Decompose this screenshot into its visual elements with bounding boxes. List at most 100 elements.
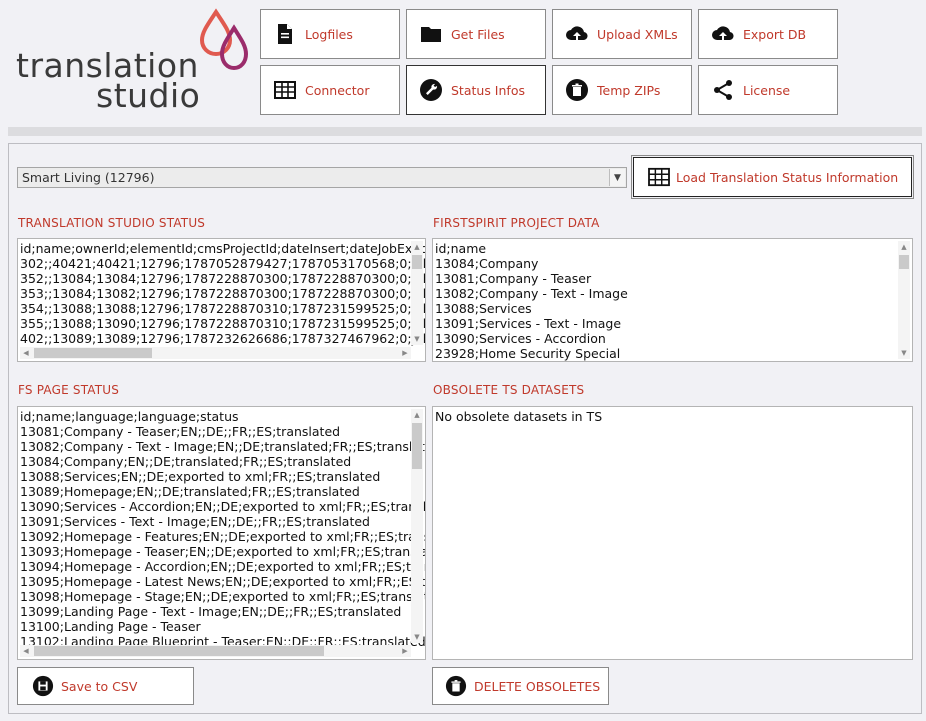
scroll-down-icon[interactable]: ▼ — [411, 333, 423, 345]
status-infos-button[interactable]: Status Infos — [406, 65, 546, 115]
scroll-thumb[interactable] — [899, 255, 909, 269]
cloud-upload-icon — [566, 26, 588, 41]
scroll-right-icon[interactable]: ▶ — [399, 347, 411, 359]
text-line: 13081;Company - Teaser — [435, 271, 592, 286]
scroll-left-icon[interactable]: ◀ — [20, 645, 32, 657]
obsolete-textarea[interactable]: No obsolete datasets in TS — [432, 406, 913, 660]
document-icon — [278, 24, 292, 44]
project-select-value: Smart Living (12796) — [22, 170, 155, 185]
text-line: 13100;Landing Page - Teaser — [20, 619, 201, 634]
scroll-up-icon[interactable]: ▲ — [898, 241, 910, 253]
text-line: 13091;Services - Text - Image;EN;;DE;;FR… — [20, 514, 370, 529]
text-line: id;name;language;language;status — [20, 409, 239, 424]
text-line: id;name — [435, 241, 487, 256]
connector-label: Connector — [305, 82, 370, 98]
save-csv-button[interactable]: Save to CSV — [17, 667, 194, 705]
obsolete-lines: No obsolete datasets in TS — [435, 409, 602, 424]
logo-drops-icon — [199, 8, 249, 71]
fs-page-status-title: FS PAGE STATUS — [18, 383, 120, 397]
text-line: 13082;Company - Text - Image;EN;;DE;tran… — [20, 439, 426, 454]
share-icon — [714, 80, 732, 100]
temp-zips-button[interactable]: Temp ZIPs — [552, 65, 692, 115]
text-line: 13093;Homepage - Teaser;EN;;DE;exported … — [20, 544, 426, 559]
get-files-button[interactable]: Get Files — [406, 9, 546, 59]
scroll-up-icon[interactable]: ▲ — [411, 409, 423, 421]
text-line: 353;;13084;13082;12796;1787228870300;178… — [20, 286, 426, 301]
text-line: id;name;ownerId;elementId;cmsProjectId;d… — [20, 241, 426, 256]
table-icon — [648, 167, 670, 187]
text-line: 352;;13084;13084;12796;1787228870300;178… — [20, 271, 426, 286]
cloud-upload-icon — [712, 26, 734, 41]
text-line: 13099;Landing Page - Text - Image;EN;;DE… — [20, 604, 402, 619]
obsolete-title: OBSOLETE TS DATASETS — [433, 383, 585, 397]
scroll-up-icon[interactable]: ▲ — [411, 241, 423, 253]
delete-obsoletes-label: DELETE OBSOLETES — [474, 678, 601, 694]
text-line: 13088;Services;EN;;DE;exported to xml;FR… — [20, 469, 381, 484]
logo-text-line2: studio — [96, 76, 201, 115]
ts-status-hscrollbar[interactable]: ◀ ▶ — [20, 347, 411, 359]
ts-status-textarea[interactable]: id;name;ownerId;elementId;cmsProjectId;d… — [17, 238, 426, 362]
text-line: 355;;13088;13090;12796;1787228870310;178… — [20, 316, 426, 331]
text-line: 13084;Company;EN;;DE;translated;FR;;ES;t… — [20, 454, 352, 469]
get-files-label: Get Files — [451, 26, 505, 42]
text-line: 23928;Home Security Special — [435, 346, 621, 361]
ts-status-title: TRANSLATION STUDIO STATUS — [18, 216, 206, 230]
scroll-thumb[interactable] — [412, 423, 422, 469]
logfiles-label: Logfiles — [305, 26, 353, 42]
scroll-down-icon[interactable]: ▼ — [898, 347, 910, 359]
text-line: 13090;Services - Accordion — [435, 331, 606, 346]
text-line: 13098;Homepage - Stage;EN;;DE;exported t… — [20, 589, 426, 604]
trash-icon — [445, 675, 467, 697]
header-separator — [8, 127, 922, 136]
text-line: 354;;13088;13088;12796;1787228870310;178… — [20, 301, 426, 316]
license-button[interactable]: License — [698, 65, 838, 115]
scroll-thumb[interactable] — [34, 348, 152, 358]
text-line: 302;;40421;40421;12796;1787052879427;178… — [20, 256, 426, 271]
chevron-down-icon[interactable]: ▼ — [609, 169, 625, 186]
scroll-left-icon[interactable]: ◀ — [20, 347, 32, 359]
ts-status-vscrollbar[interactable]: ▲ ▼ — [411, 241, 423, 345]
fs-page-status-lines: id;name;language;language;status 13081;Co… — [20, 409, 426, 649]
fs-project-title: FIRSTSPIRIT PROJECT DATA — [433, 216, 600, 230]
text-line: No obsolete datasets in TS — [435, 409, 603, 424]
text-line: 13089;Homepage;EN;;DE;translated;FR;;ES;… — [20, 484, 360, 499]
scroll-thumb[interactable] — [412, 255, 422, 269]
logfiles-button[interactable]: Logfiles — [260, 9, 400, 59]
upload-xmls-button[interactable]: Upload XMLs — [552, 9, 692, 59]
text-line: 13084;Company — [435, 256, 539, 271]
scroll-thumb[interactable] — [34, 646, 324, 656]
load-status-button[interactable]: Load Translation Status Information — [631, 155, 914, 199]
scroll-right-icon[interactable]: ▶ — [399, 645, 411, 657]
app-logo: translation studio — [16, 8, 252, 115]
save-icon — [32, 675, 54, 697]
text-line: 13081;Company - Teaser;EN;;DE;;FR;;ES;tr… — [20, 424, 341, 439]
export-db-button[interactable]: Export DB — [698, 9, 838, 59]
folder-icon — [421, 27, 441, 42]
load-status-label: Load Translation Status Information — [676, 169, 899, 185]
text-line: 402;;13089;13089;12796;1787232626686;178… — [20, 331, 426, 346]
fs-project-vscrollbar[interactable]: ▲ ▼ — [898, 241, 910, 359]
project-select[interactable]: Smart Living (12796) ▼ — [17, 167, 627, 188]
license-label: License — [743, 82, 791, 98]
fs-page-status-hscrollbar[interactable]: ◀ ▶ — [20, 645, 411, 657]
export-db-label: Export DB — [743, 26, 807, 42]
connector-button[interactable]: Connector — [260, 65, 400, 115]
text-line: 13091;Services - Text - Image — [435, 316, 622, 331]
trash-icon — [566, 79, 588, 101]
fs-page-status-textarea[interactable]: id;name;language;language;status 13081;Co… — [17, 406, 426, 660]
table-icon — [274, 81, 296, 99]
wrench-icon — [420, 79, 442, 101]
text-line: 13092;Homepage - Features;EN;;DE;exporte… — [20, 529, 426, 544]
text-line: 13088;Services — [435, 301, 532, 316]
fs-project-lines: id;name 13084;Company 13081;Company - Teas… — [435, 241, 628, 361]
delete-obsoletes-button[interactable]: DELETE OBSOLETES — [432, 667, 609, 705]
ts-status-lines: id;name;ownerId;elementId;cmsProjectId;d… — [20, 241, 426, 346]
status-infos-label: Status Infos — [451, 82, 525, 98]
save-csv-label: Save to CSV — [61, 678, 138, 694]
text-line: 13090;Services - Accordion;EN;;DE;export… — [20, 499, 426, 514]
text-line: 13094;Homepage - Accordion;EN;;DE;export… — [20, 559, 426, 574]
text-line: 13082;Company - Text - Image — [435, 286, 628, 301]
scroll-down-icon[interactable]: ▼ — [411, 631, 423, 643]
fs-project-textarea[interactable]: id;name 13084;Company 13081;Company - Teas… — [432, 238, 913, 362]
fs-page-status-vscrollbar[interactable]: ▲ ▼ — [411, 409, 423, 643]
